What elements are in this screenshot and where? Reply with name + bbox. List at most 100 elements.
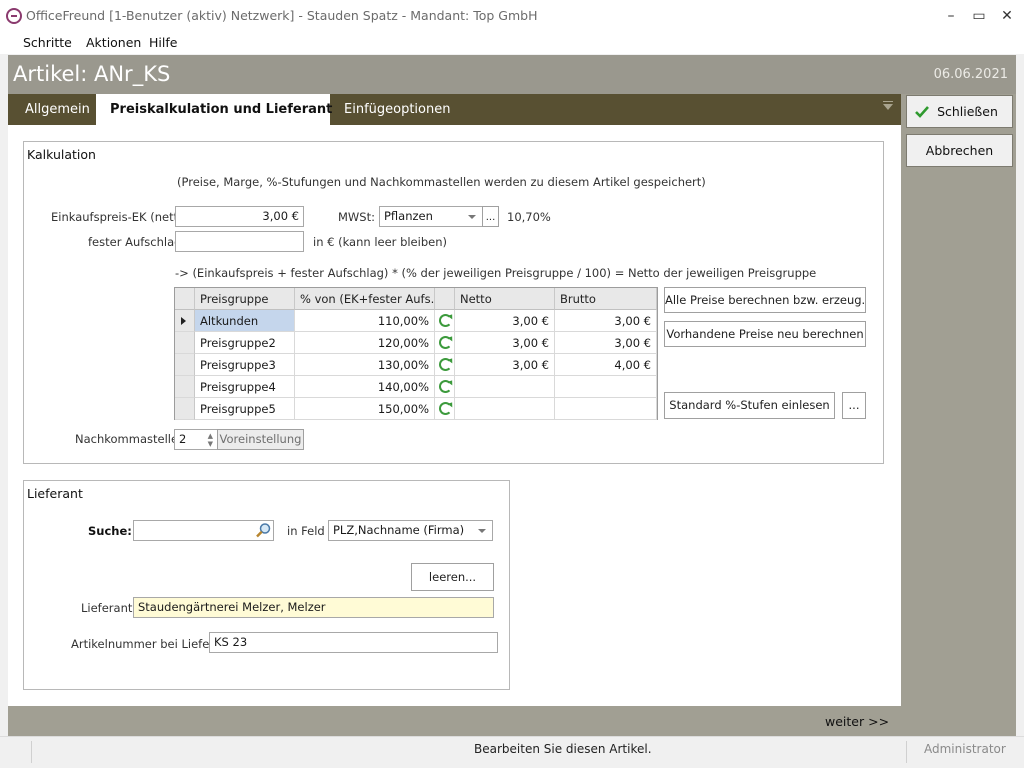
- recalc-row-button[interactable]: [435, 376, 455, 398]
- grid-header-preisgruppe[interactable]: Preisgruppe: [195, 288, 295, 310]
- close-window-button[interactable]: ✕: [993, 6, 1021, 26]
- price-group-grid[interactable]: Preisgruppe % von (EK+fester Aufs... Net…: [174, 287, 658, 420]
- table-cell-netto[interactable]: 3,00 €: [455, 310, 555, 332]
- recalc-prices-button[interactable]: Vorhandene Preise neu berechnen: [664, 321, 866, 347]
- current-row-arrow-icon: [181, 317, 186, 325]
- formula-text: -> (Einkaufspreis + fester Aufschlag) * …: [175, 266, 817, 280]
- navigation-bar: weiter >>: [8, 706, 1016, 736]
- menu-schritte[interactable]: Schritte: [23, 35, 72, 50]
- aufschlag-hint: in € (kann leer bleiben): [313, 235, 447, 249]
- row-selector[interactable]: [175, 376, 195, 398]
- table-cell-brutto[interactable]: [555, 398, 657, 420]
- search-field-select[interactable]: PLZ,Nachname (Firma): [328, 520, 493, 541]
- table-cell-netto[interactable]: [455, 376, 555, 398]
- grid-header-brutto[interactable]: Brutto: [555, 288, 657, 310]
- tab-strip: Allgemein Preiskalkulation und Lieferant…: [8, 94, 901, 125]
- status-divider: [31, 741, 32, 763]
- tab-preiskalkulation[interactable]: Preiskalkulation und Lieferant: [96, 94, 332, 125]
- refresh-icon: [439, 358, 452, 371]
- table-cell-preisgruppe[interactable]: Altkunden: [195, 310, 295, 332]
- title-bar: OfficeFreund [1-Benutzer (aktiv) Netzwer…: [0, 0, 1024, 32]
- calc-all-prices-button[interactable]: Alle Preise berechnen bzw. erzeug...: [664, 287, 866, 313]
- maximize-button[interactable]: ▭: [965, 6, 993, 26]
- refresh-icon: [439, 380, 452, 393]
- default-decimals-button[interactable]: Voreinstellung: [217, 429, 304, 450]
- recalc-row-button[interactable]: [435, 310, 455, 332]
- aufschlag-input[interactable]: [175, 231, 304, 252]
- aufschlag-label: fester Aufschlag:: [88, 235, 186, 249]
- table-cell-prozent[interactable]: 120,00%: [295, 332, 435, 354]
- lieferant-group: Lieferant Suche: in Feld PLZ,Nachname (F…: [23, 480, 510, 690]
- load-standard-steps-button[interactable]: Standard %-Stufen einlesen: [664, 392, 835, 419]
- recalc-row-button[interactable]: [435, 354, 455, 376]
- kalkulation-title: Kalkulation: [27, 147, 96, 162]
- tab-content: Kalkulation (Preise, Marge, %-Stufungen …: [8, 125, 901, 706]
- row-selector[interactable]: [175, 354, 195, 376]
- row-selector[interactable]: [175, 398, 195, 420]
- table-cell-netto[interactable]: [455, 398, 555, 420]
- next-link[interactable]: weiter >>: [825, 714, 889, 729]
- grid-header-netto[interactable]: Netto: [455, 288, 555, 310]
- ek-input[interactable]: 3,00 €: [175, 206, 304, 227]
- mwst-selected-value: Pflanzen: [384, 209, 433, 223]
- recalc-row-button[interactable]: [435, 398, 455, 420]
- checkmark-icon: [915, 106, 929, 118]
- lieferant-title: Lieferant: [27, 486, 83, 501]
- mwst-rate: 10,70%: [507, 210, 551, 224]
- tab-allgemein[interactable]: Allgemein: [11, 94, 104, 125]
- status-bar: Bearbeiten Sie diesen Artikel. Administr…: [0, 736, 1024, 768]
- table-cell-preisgruppe[interactable]: Preisgruppe4: [195, 376, 295, 398]
- table-cell-brutto[interactable]: 3,00 €: [555, 310, 657, 332]
- table-cell-brutto[interactable]: [555, 376, 657, 398]
- grid-corner: [175, 288, 195, 310]
- search-icon[interactable]: [255, 522, 272, 539]
- search-label: Suche:: [88, 524, 132, 538]
- page-header: Artikel: ANr_KS 06.06.2021: [8, 55, 1016, 94]
- cancel-button[interactable]: Abbrechen: [906, 134, 1013, 167]
- supplier-label: Lieferant:: [81, 601, 137, 615]
- clear-search-button[interactable]: leeren...: [411, 563, 494, 591]
- mwst-label: MWSt:: [338, 210, 375, 224]
- table-cell-preisgruppe[interactable]: Preisgruppe2: [195, 332, 295, 354]
- chevron-down-icon: [478, 529, 486, 533]
- table-cell-brutto[interactable]: 3,00 €: [555, 332, 657, 354]
- mwst-more-button[interactable]: ...: [482, 206, 499, 227]
- status-user: Administrator: [924, 742, 1006, 756]
- row-selector[interactable]: [175, 332, 195, 354]
- menu-bar: Schritte Aktionen Hilfe: [0, 32, 1024, 54]
- table-cell-preisgruppe[interactable]: Preisgruppe5: [195, 398, 295, 420]
- steps-more-button[interactable]: ...: [842, 392, 866, 419]
- close-article-label: Schließen: [937, 104, 998, 119]
- menu-hilfe[interactable]: Hilfe: [149, 35, 177, 50]
- table-cell-prozent[interactable]: 110,00%: [295, 310, 435, 332]
- field-label: in Feld: [287, 524, 325, 538]
- decimals-value: 2: [179, 432, 187, 446]
- stepper-arrows-icon[interactable]: ▲ ▼: [208, 432, 213, 448]
- window-title: OfficeFreund [1-Benutzer (aktiv) Netzwer…: [26, 8, 538, 23]
- tab-einfuegeoptionen[interactable]: Einfügeoptionen: [330, 94, 464, 125]
- status-divider: [906, 741, 907, 763]
- table-cell-prozent[interactable]: 130,00%: [295, 354, 435, 376]
- recalc-row-button[interactable]: [435, 332, 455, 354]
- minimize-button[interactable]: –: [937, 6, 965, 26]
- close-article-button[interactable]: Schließen: [906, 95, 1013, 128]
- mwst-select[interactable]: Pflanzen: [379, 206, 483, 227]
- table-cell-preisgruppe[interactable]: Preisgruppe3: [195, 354, 295, 376]
- action-sidebar: Schließen Abbrechen: [901, 94, 1016, 706]
- table-cell-brutto[interactable]: 4,00 €: [555, 354, 657, 376]
- table-cell-netto[interactable]: 3,00 €: [455, 332, 555, 354]
- supplier-article-number-input[interactable]: KS 23: [209, 632, 498, 653]
- table-cell-netto[interactable]: 3,00 €: [455, 354, 555, 376]
- table-cell-prozent[interactable]: 140,00%: [295, 376, 435, 398]
- menu-aktionen[interactable]: Aktionen: [86, 35, 141, 50]
- supplier-search-input[interactable]: [133, 520, 274, 541]
- grid-header-prozent[interactable]: % von (EK+fester Aufs...: [295, 288, 435, 310]
- tab-overflow-icon[interactable]: [883, 101, 893, 110]
- decimals-label: Nachkommastellen:: [75, 432, 190, 446]
- decimals-stepper[interactable]: 2 ▲ ▼: [174, 429, 218, 450]
- table-cell-prozent[interactable]: 150,00%: [295, 398, 435, 420]
- row-selector-current[interactable]: [175, 310, 195, 332]
- supplier-field[interactable]: Staudengärtnerei Melzer, Melzer: [133, 597, 494, 618]
- refresh-icon: [439, 336, 452, 349]
- app-logo-icon: [6, 8, 22, 24]
